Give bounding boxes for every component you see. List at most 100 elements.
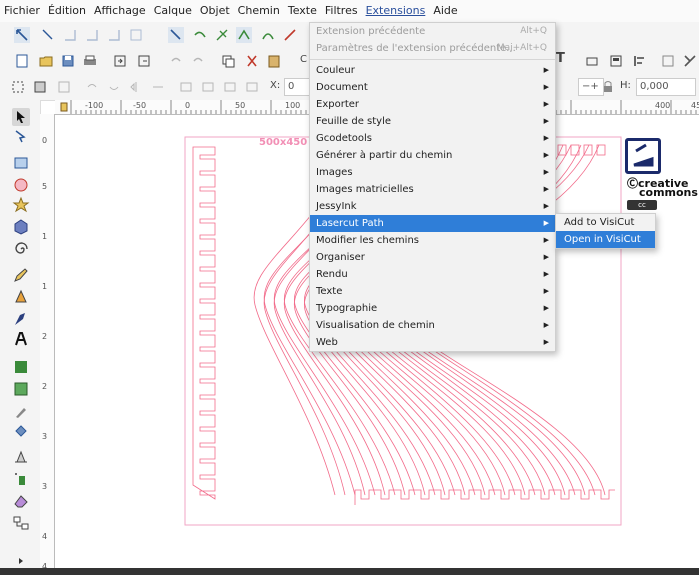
undo-icon[interactable] [168, 53, 184, 69]
menu-item-couleur[interactable]: Couleur ▶ [310, 62, 555, 79]
flip-vertical-icon[interactable] [150, 79, 166, 95]
menu-item-images-matricielles[interactable]: Images matricielles ▶ [310, 181, 555, 198]
menu-calque[interactable]: Calque [150, 0, 196, 22]
menu-item-rendu[interactable]: Rendu ▶ [310, 266, 555, 283]
pen-tool-icon[interactable] [12, 288, 30, 306]
save-icon[interactable] [60, 53, 76, 69]
rotate-ccw-icon[interactable] [84, 79, 100, 95]
status-bar [0, 568, 699, 575]
align-icon[interactable] [632, 53, 648, 69]
menu-item-visualisation-de-chemin[interactable]: Visualisation de chemin ▶ [310, 317, 555, 334]
menu-fichier[interactable]: Fichier [0, 0, 44, 22]
menu-item-jessyink[interactable]: JessyInk ▶ [310, 198, 555, 215]
mesh-tool-icon[interactable] [12, 380, 30, 398]
raise-to-top-icon[interactable] [178, 79, 194, 95]
cc-circle-icon: Ⓒ [627, 177, 638, 190]
menu-item-lasercut-path[interactable]: Lasercut Path ▶ [310, 215, 555, 232]
snap-bbox-corner-icon[interactable] [84, 27, 100, 43]
import-icon[interactable] [112, 53, 128, 69]
export-icon[interactable] [136, 53, 152, 69]
lower-icon[interactable] [222, 79, 238, 95]
star-tool-icon[interactable] [12, 196, 30, 214]
copy-icon[interactable] [220, 53, 236, 69]
pencil-tool-icon[interactable] [12, 266, 30, 284]
fill-stroke-icon[interactable] [584, 53, 600, 69]
flip-horizontal-icon[interactable] [128, 79, 144, 95]
snap-toggle-icon[interactable] [14, 27, 30, 43]
menu-item-feuille-de-style[interactable]: Feuille de style ▶ [310, 113, 555, 130]
deselect-icon[interactable] [56, 79, 72, 95]
snap-bbox-midpoint-icon[interactable] [106, 27, 122, 43]
zoom-icon[interactable]: C [300, 54, 307, 65]
menu-item-previous-extension[interactable]: Extension précédente Alt+Q [310, 23, 555, 40]
menu-affichage[interactable]: Affichage [90, 0, 150, 22]
h-input[interactable]: 0,000 [636, 78, 696, 96]
submenu-add-to-visicut[interactable]: Add to VisiCut [556, 214, 655, 231]
dropper-tool-icon[interactable] [12, 402, 30, 420]
new-document-icon[interactable] [14, 53, 30, 69]
x-input[interactable]: 0 [284, 78, 310, 96]
snap-intersection-icon[interactable] [214, 27, 230, 43]
lock-ratio-icon[interactable] [600, 79, 616, 95]
submenu-open-in-visicut[interactable]: Open in VisiCut [556, 231, 655, 248]
menu-objet[interactable]: Objet [196, 0, 234, 22]
menu-item-modifier-les-chemins[interactable]: Modifier les chemins ▶ [310, 232, 555, 249]
menu-edition[interactable]: Édition [44, 0, 90, 22]
tweak-tool-icon[interactable] [12, 448, 30, 466]
menu-item-web[interactable]: Web ▶ [310, 334, 555, 351]
menu-item-texte[interactable]: Texte ▶ [310, 283, 555, 300]
menu-item-previous-extension-settings[interactable]: Paramètres de l'extension précédente... … [310, 40, 555, 57]
paste-icon[interactable] [266, 53, 282, 69]
ruler-label-50: 50 [235, 101, 246, 110]
ellipse-tool-icon[interactable] [12, 176, 30, 194]
3d-box-tool-icon[interactable] [12, 218, 30, 236]
snap-paths-icon[interactable] [192, 27, 208, 43]
text-tool-icon[interactable] [12, 330, 30, 348]
rectangle-tool-icon[interactable] [12, 154, 30, 172]
menu-item-gcodetools[interactable]: Gcodetools ▶ [310, 130, 555, 147]
selector-tool-icon[interactable] [12, 108, 30, 126]
menu-item-document[interactable]: Document ▶ [310, 79, 555, 96]
open-folder-icon[interactable] [38, 53, 54, 69]
menu-item-organiser[interactable]: Organiser ▶ [310, 249, 555, 266]
print-icon[interactable] [82, 53, 98, 69]
spray-tool-icon[interactable] [12, 470, 30, 488]
snap-bbox-center-icon[interactable] [128, 27, 144, 43]
cut-icon[interactable] [244, 53, 260, 69]
menu-item-exporter[interactable]: Exporter ▶ [310, 96, 555, 113]
select-all-icon[interactable] [10, 79, 26, 95]
snap-midpoint-icon[interactable] [282, 27, 298, 43]
calligraphy-tool-icon[interactable] [12, 310, 30, 328]
gradient-tool-icon[interactable] [12, 358, 30, 376]
xml-editor-icon[interactable] [608, 53, 624, 69]
spiral-tool-icon[interactable] [12, 240, 30, 258]
tools-icon[interactable] [682, 53, 698, 69]
menu-item-g-n-rer-partir-du-chemin[interactable]: Générer à partir du chemin ▶ [310, 147, 555, 164]
preferences-icon[interactable] [660, 53, 676, 69]
menu-texte[interactable]: Texte [284, 0, 321, 22]
ruler-label-400: 400 [655, 101, 671, 110]
raise-icon[interactable] [200, 79, 216, 95]
lower-to-bottom-icon[interactable] [244, 79, 260, 95]
paint-bucket-tool-icon[interactable] [12, 422, 30, 440]
snap-nodes-icon[interactable] [168, 27, 184, 43]
menu-item-label: Exporter [316, 99, 359, 110]
rotate-cw-icon[interactable] [106, 79, 122, 95]
menu-item-typographie[interactable]: Typographie ▶ [310, 300, 555, 317]
menu-aide[interactable]: Aide [429, 0, 461, 22]
menu-chemin[interactable]: Chemin [234, 0, 284, 22]
menu-item-images[interactable]: Images ▶ [310, 164, 555, 181]
snap-smooth-icon[interactable] [260, 27, 276, 43]
snap-cusp-icon[interactable] [236, 27, 252, 43]
menu-extensions[interactable]: Extensions [362, 0, 430, 22]
connector-tool-icon[interactable] [12, 514, 30, 532]
select-all-layers-icon[interactable] [32, 79, 48, 95]
text-tool-shortcut-icon[interactable]: T [556, 51, 565, 66]
eraser-tool-icon[interactable] [12, 492, 30, 510]
menu-filtres[interactable]: Filtres [321, 0, 362, 22]
menu-item-label: Texte [316, 286, 343, 297]
snap-bbox-edge-icon[interactable] [62, 27, 78, 43]
redo-icon[interactable] [190, 53, 206, 69]
node-tool-icon[interactable] [12, 128, 30, 146]
snap-bbox-icon[interactable] [40, 27, 56, 43]
